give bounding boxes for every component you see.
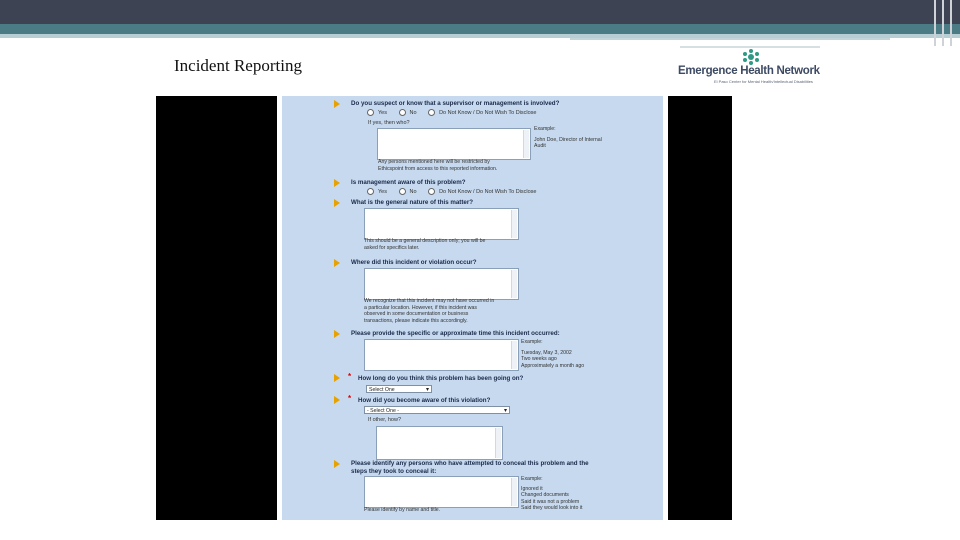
required-marker: * [348, 372, 352, 381]
radio-label: Yes [378, 188, 387, 195]
help-note: Any persons mentioned here will be restr… [378, 159, 497, 172]
problem-duration-select[interactable]: Select One [366, 385, 432, 394]
supervisor-involved-options: Yes No Do Not Know / Do Not Wish To Disc… [367, 109, 546, 117]
example-title: Example: [534, 126, 556, 132]
incident-report-form: Do you suspect or know that a supervisor… [282, 96, 663, 520]
question-concealment: Please identify any persons who have att… [351, 460, 589, 475]
radio-no[interactable] [398, 188, 406, 195]
note-line: We recognize that this incident may not … [364, 298, 495, 304]
radio-do-not-know[interactable] [428, 109, 436, 116]
radio-no[interactable] [398, 109, 406, 116]
arrow-bullet-icon [334, 396, 340, 404]
example-line: Said they would look into it [521, 505, 583, 511]
note-line: transactions, please indicate this accor… [364, 317, 468, 324]
arrow-bullet-icon [334, 374, 340, 382]
question-management-aware: Is management aware of this problem? [351, 179, 466, 186]
question-line: steps they took to conceal it: [351, 468, 437, 475]
screenshot-frame-left [156, 96, 277, 520]
note-line: Any persons mentioned here will be restr… [378, 159, 490, 165]
arrow-bullet-icon [334, 100, 340, 108]
incident-time-textarea[interactable] [364, 339, 519, 371]
question-general-nature: What is the general nature of this matte… [351, 199, 474, 206]
radio-yes[interactable] [367, 188, 374, 195]
header-band-teal [0, 24, 960, 34]
logo-subtitle: El Paso Center for Mental Health/Intelle… [714, 79, 813, 84]
arrow-bullet-icon [334, 460, 340, 468]
decorative-line [570, 38, 890, 40]
example-text: Example: John Doe, Director of Internal … [534, 126, 602, 150]
involved-persons-textarea[interactable] [377, 128, 531, 160]
logo-text: Emergence Health Network [678, 65, 820, 77]
example-title: Example: [521, 476, 543, 482]
radio-label: Yes [378, 109, 387, 116]
radio-label: No [409, 109, 417, 116]
arrow-bullet-icon [334, 179, 340, 187]
help-note: This should be a general description onl… [364, 238, 485, 251]
concealment-textarea[interactable] [364, 476, 519, 508]
logo-mark-icon [743, 49, 759, 65]
management-aware-options: Yes No Do Not Know / Do Not Wish To Disc… [367, 188, 546, 196]
question-incident-time: Please provide the specific or approxima… [351, 330, 560, 337]
note-line: This should be a general description onl… [364, 238, 486, 244]
help-note: We recognize that this incident may not … [364, 298, 494, 324]
slide-title: Incident Reporting [174, 56, 302, 75]
note-line: Ethicspoint from access to this reported… [378, 165, 498, 172]
arrow-bullet-icon [334, 259, 340, 267]
example-line: Audit [534, 143, 546, 149]
arrow-bullet-icon [334, 330, 340, 338]
example-text: Example: Ignored it Changed documents Sa… [521, 476, 582, 512]
general-nature-textarea[interactable] [364, 208, 519, 240]
followup-label: If other, how? [368, 417, 402, 423]
corner-decoration [930, 0, 960, 46]
required-marker: * [348, 394, 352, 403]
screenshot-frame-right [668, 96, 732, 520]
radio-yes[interactable] [367, 109, 374, 116]
help-note: Please identify by name and title. [364, 507, 441, 513]
question-incident-location: Where did this incident or violation occ… [351, 259, 477, 266]
arrow-bullet-icon [334, 199, 340, 207]
question-line: Please identify any persons who have att… [351, 460, 589, 467]
awareness-other-textarea[interactable] [376, 426, 503, 460]
note-line: asked for specifics later. [364, 244, 420, 251]
radio-do-not-know[interactable] [428, 188, 436, 195]
example-text: Example: Tuesday, May 3, 2002 Two weeks … [521, 339, 584, 369]
question-supervisor-involved: Do you suspect or know that a supervisor… [351, 100, 560, 107]
question-problem-duration: How long do you think this problem has b… [358, 375, 524, 382]
incident-location-textarea[interactable] [364, 268, 519, 300]
followup-label: If yes, then who? [368, 120, 410, 126]
example-title: Example: [521, 339, 543, 345]
header-band-dark [0, 0, 960, 24]
radio-label: Do Not Know / Do Not Wish To Disclose [439, 188, 537, 195]
radio-label: Do Not Know / Do Not Wish To Disclose [439, 109, 537, 116]
awareness-method-select[interactable]: - Select One - [364, 406, 510, 415]
organization-logo: Emergence Health Network El Paso Center … [678, 48, 828, 88]
question-how-aware: How did you become aware of this violati… [358, 397, 491, 404]
example-line: Approximately a month ago [521, 362, 585, 369]
radio-label: No [409, 188, 417, 195]
